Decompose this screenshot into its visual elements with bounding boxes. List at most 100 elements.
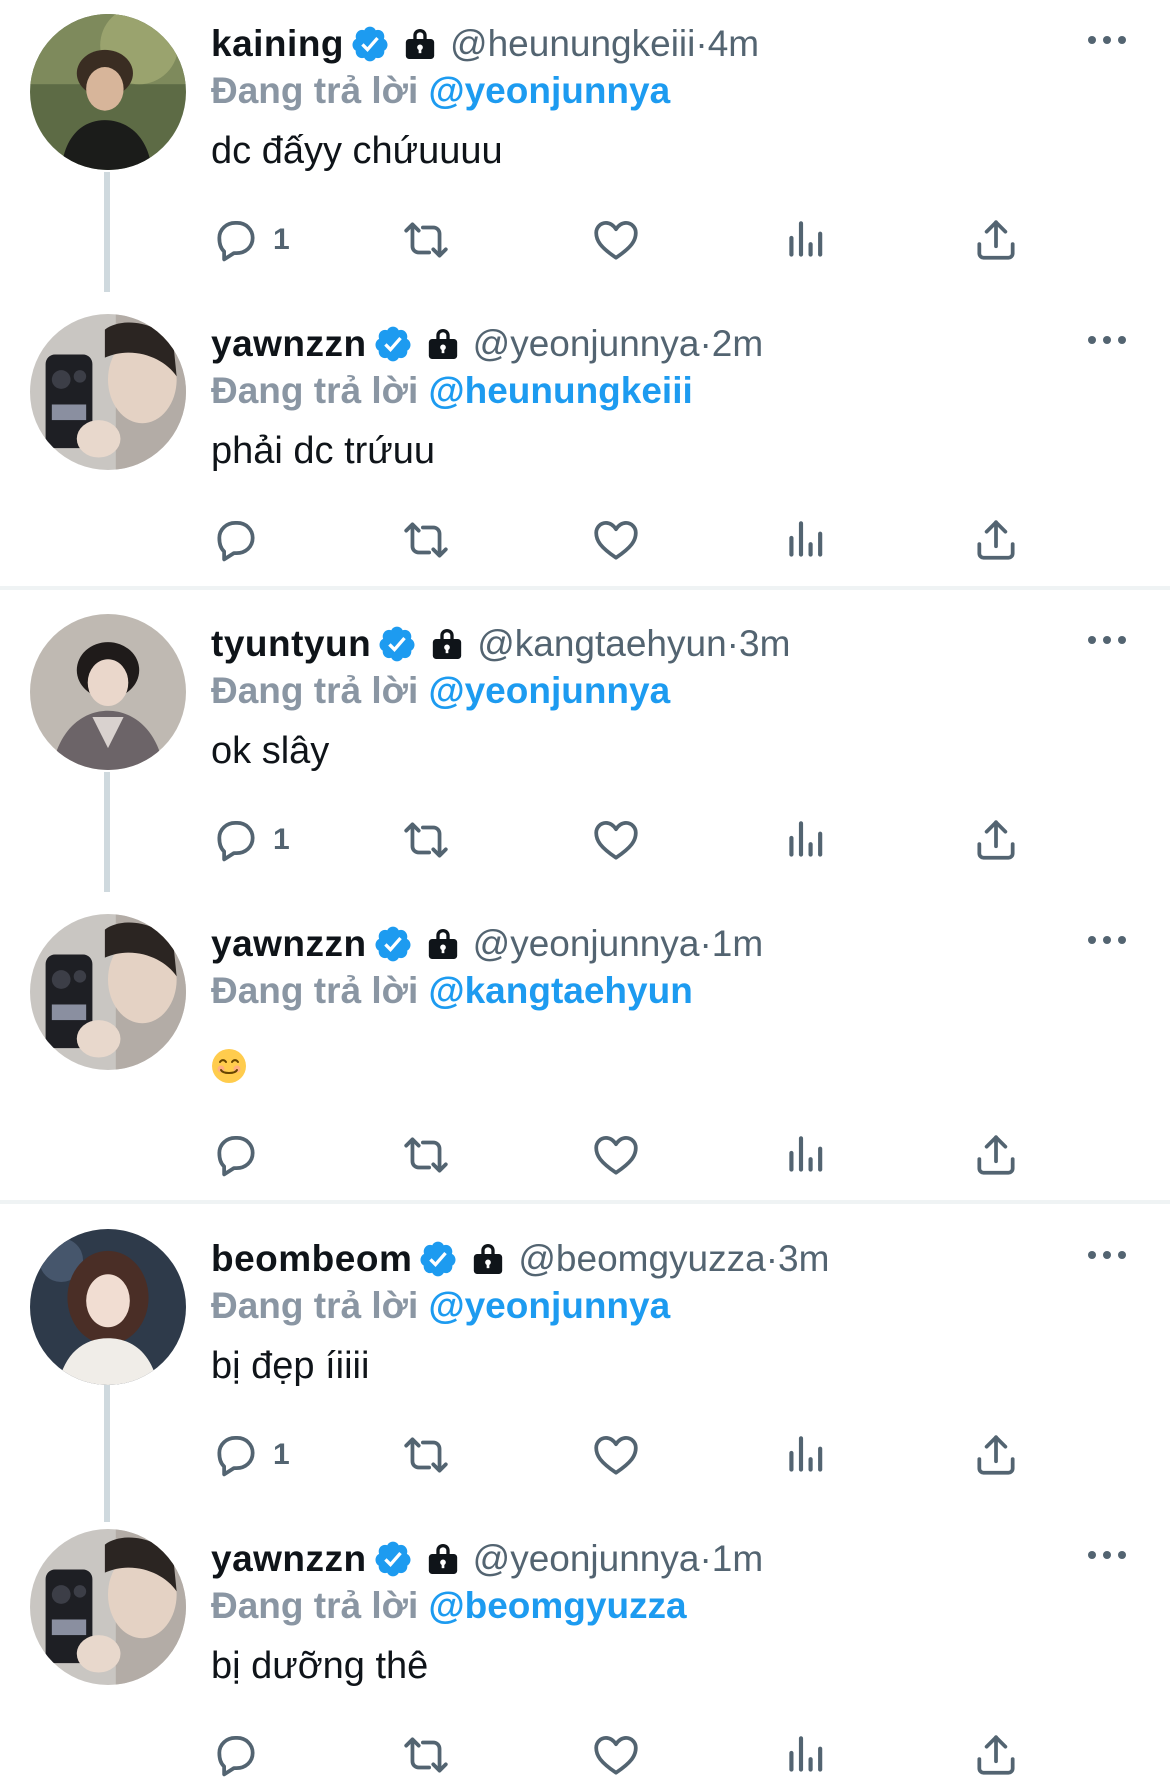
reply-button[interactable]: 1 — [211, 210, 290, 270]
tweet-text: phải dc trứuu — [211, 430, 436, 472]
tweet-time[interactable]: 3m — [778, 1238, 829, 1280]
more-options-icon[interactable] — [1086, 630, 1128, 650]
retweet-button[interactable] — [401, 510, 451, 570]
verified-badge-icon — [418, 1239, 458, 1279]
display-name[interactable]: yawnzzn — [211, 1538, 367, 1580]
views-button[interactable] — [781, 1125, 831, 1185]
user-handle[interactable]: @yeonjunnya — [473, 923, 700, 965]
retweet-button[interactable] — [401, 1425, 451, 1485]
replying-to: Đang trả lời @yeonjunnya — [211, 670, 670, 712]
display-name[interactable]: yawnzzn — [211, 323, 367, 365]
share-button[interactable] — [971, 1125, 1021, 1185]
mention-link[interactable]: @beomgyuzza — [429, 1585, 687, 1626]
user-avatar[interactable] — [30, 314, 186, 470]
reply-icon — [211, 515, 261, 565]
tweet[interactable]: kaining @heunungkeiii · 4m Đang trả lời … — [0, 0, 1170, 290]
tweet-time[interactable]: 1m — [712, 923, 763, 965]
more-options-icon[interactable] — [1086, 1545, 1128, 1565]
user-avatar[interactable] — [30, 914, 186, 1070]
user-avatar[interactable] — [30, 614, 186, 770]
retweet-icon — [401, 215, 451, 265]
tweet-text: bị đẹp íiiii — [211, 1345, 370, 1387]
display-name[interactable]: tyuntyun — [211, 623, 371, 665]
tweet[interactable]: yawnzzn @yeonjunnya · 2m Đang trả lời @h… — [0, 300, 1170, 590]
reply-button[interactable]: 1 — [211, 1425, 290, 1485]
user-handle[interactable]: @beomgyuzza — [518, 1238, 765, 1280]
lock-icon — [423, 1539, 463, 1579]
verified-badge-icon — [373, 1539, 413, 1579]
verified-badge-icon — [377, 624, 417, 664]
reply-button[interactable] — [211, 1725, 273, 1785]
reply-count: 1 — [273, 823, 290, 856]
handle-separator: · — [726, 623, 739, 664]
user-handle[interactable]: @yeonjunnya — [473, 323, 700, 365]
share-button[interactable] — [971, 1425, 1021, 1485]
share-icon — [971, 815, 1021, 865]
mention-link[interactable]: @yeonjunnya — [429, 70, 671, 111]
views-button[interactable] — [781, 210, 831, 270]
views-button[interactable] — [781, 810, 831, 870]
like-button[interactable] — [591, 210, 641, 270]
replying-label: Đang trả lời — [211, 1585, 419, 1626]
replying-label: Đang trả lời — [211, 970, 419, 1011]
more-options-icon[interactable] — [1086, 930, 1128, 950]
user-avatar[interactable] — [30, 1529, 186, 1685]
action-bar — [211, 1125, 1041, 1185]
views-button[interactable] — [781, 1725, 831, 1785]
like-button[interactable] — [591, 1725, 641, 1785]
reply-button[interactable] — [211, 1125, 273, 1185]
retweet-button[interactable] — [401, 210, 451, 270]
mention-link[interactable]: @yeonjunnya — [429, 670, 671, 711]
thread-divider — [0, 1200, 1170, 1204]
display-name[interactable]: kaining — [211, 23, 344, 65]
reply-count: 1 — [273, 223, 290, 256]
tweet-time[interactable]: 3m — [739, 623, 790, 665]
more-options-icon[interactable] — [1086, 330, 1128, 350]
share-button[interactable] — [971, 510, 1021, 570]
tweet-time[interactable]: 2m — [712, 323, 763, 365]
tweet-time[interactable]: 4m — [708, 23, 759, 65]
mention-link[interactable]: @kangtaehyun — [429, 970, 693, 1011]
tweet-text: ok slây — [211, 730, 330, 772]
thread-divider — [0, 586, 1170, 590]
like-button[interactable] — [591, 1425, 641, 1485]
views-button[interactable] — [781, 1425, 831, 1485]
mention-link[interactable]: @yeonjunnya — [429, 1285, 671, 1326]
retweet-button[interactable] — [401, 810, 451, 870]
tweet-time[interactable]: 1m — [712, 1538, 763, 1580]
like-button[interactable] — [591, 1125, 641, 1185]
views-button[interactable] — [781, 510, 831, 570]
tweet[interactable]: tyuntyun @kangtaehyun · 3m Đang trả lời … — [0, 600, 1170, 890]
retweet-button[interactable] — [401, 1125, 451, 1185]
retweet-button[interactable] — [401, 1725, 451, 1785]
tweet[interactable]: beombeom @beomgyuzza · 3m Đang trả lời @… — [0, 1215, 1170, 1505]
replying-to: Đang trả lời @kangtaehyun — [211, 970, 693, 1012]
replying-label: Đang trả lời — [211, 370, 419, 411]
user-avatar[interactable] — [30, 1229, 186, 1385]
lock-icon — [400, 24, 440, 64]
mention-link[interactable]: @heunungkeiii — [429, 370, 693, 411]
user-handle[interactable]: @heunungkeiii — [450, 23, 695, 65]
action-bar — [211, 510, 1041, 570]
share-button[interactable] — [971, 1725, 1021, 1785]
reply-button[interactable]: 1 — [211, 810, 290, 870]
more-options-icon[interactable] — [1086, 1245, 1128, 1265]
user-handle[interactable]: @kangtaehyun — [477, 623, 726, 665]
share-button[interactable] — [971, 210, 1021, 270]
display-name[interactable]: beombeom — [211, 1238, 412, 1280]
like-button[interactable] — [591, 510, 641, 570]
tweet[interactable]: yawnzzn @yeonjunnya · 1m Đang trả lời @k… — [0, 900, 1170, 1190]
reply-button[interactable] — [211, 510, 273, 570]
tweet-header: tyuntyun @kangtaehyun · 3m — [211, 620, 790, 668]
handle-separator: · — [699, 323, 712, 364]
like-button[interactable] — [591, 810, 641, 870]
more-options-icon[interactable] — [1086, 30, 1128, 50]
user-handle[interactable]: @yeonjunnya — [473, 1538, 700, 1580]
heart-icon — [591, 1730, 641, 1780]
user-avatar[interactable] — [30, 14, 186, 170]
display-name[interactable]: yawnzzn — [211, 923, 367, 965]
share-button[interactable] — [971, 810, 1021, 870]
reply-icon — [211, 1730, 261, 1780]
reply-icon — [211, 215, 261, 265]
tweet[interactable]: yawnzzn @yeonjunnya · 1m Đang trả lời @b… — [0, 1515, 1170, 1789]
